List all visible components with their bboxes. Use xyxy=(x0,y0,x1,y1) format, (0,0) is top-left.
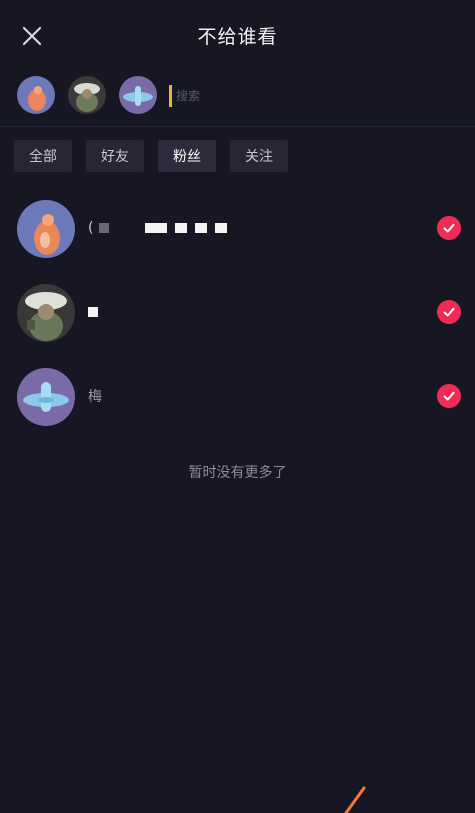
search-field[interactable] xyxy=(169,84,256,108)
redacted-block xyxy=(145,223,168,233)
redacted-block xyxy=(88,307,98,317)
filter-tabs: 全部 好友 粉丝 关注 xyxy=(14,140,302,172)
no-more-text: 暂时没有更多了 xyxy=(188,465,287,481)
avatar-image xyxy=(17,284,75,342)
redacted-block xyxy=(215,223,228,233)
avatar-image xyxy=(119,76,157,114)
check-icon xyxy=(443,391,455,401)
avatar xyxy=(17,284,75,342)
selected-avatar-2[interactable] xyxy=(68,76,106,114)
redacted-block xyxy=(99,223,110,233)
list-item[interactable]: 梅 xyxy=(0,358,475,442)
page-title: 不给谁看 xyxy=(197,26,278,48)
annotation-stroke xyxy=(344,786,366,813)
tab-friends[interactable]: 好友 xyxy=(86,140,144,172)
header: 不给谁看 xyxy=(0,0,475,70)
redacted-block xyxy=(175,223,188,233)
selected-checkbox[interactable] xyxy=(437,384,461,408)
avatar-image xyxy=(68,76,106,114)
user-name: 梅 xyxy=(88,386,102,406)
user-list: (梅 xyxy=(0,190,475,442)
selected-avatar-3[interactable] xyxy=(119,76,157,114)
selected-checkbox[interactable] xyxy=(437,300,461,324)
avatar xyxy=(17,200,75,258)
user-name-prefix: ( xyxy=(88,220,94,236)
selected-checkbox[interactable] xyxy=(437,216,461,240)
avatar-image xyxy=(17,368,75,426)
avatar-image xyxy=(17,76,55,114)
tab-all[interactable]: 全部 xyxy=(14,140,72,172)
search-input[interactable] xyxy=(176,89,256,103)
text-cursor xyxy=(169,85,172,107)
avatar-image xyxy=(17,200,75,258)
list-item[interactable] xyxy=(0,274,475,358)
check-icon xyxy=(443,307,455,317)
check-icon xyxy=(443,223,455,233)
user-name: ( xyxy=(88,218,235,238)
user-name xyxy=(88,302,106,322)
user-name-prefix: 梅 xyxy=(88,389,102,405)
selected-users-bar xyxy=(0,70,475,127)
selected-avatar-1[interactable] xyxy=(17,76,55,114)
redacted-block xyxy=(195,223,208,233)
avatar xyxy=(17,368,75,426)
tab-following[interactable]: 关注 xyxy=(230,140,288,172)
list-item[interactable]: ( xyxy=(0,190,475,274)
tab-fans[interactable]: 粉丝 xyxy=(158,140,216,172)
